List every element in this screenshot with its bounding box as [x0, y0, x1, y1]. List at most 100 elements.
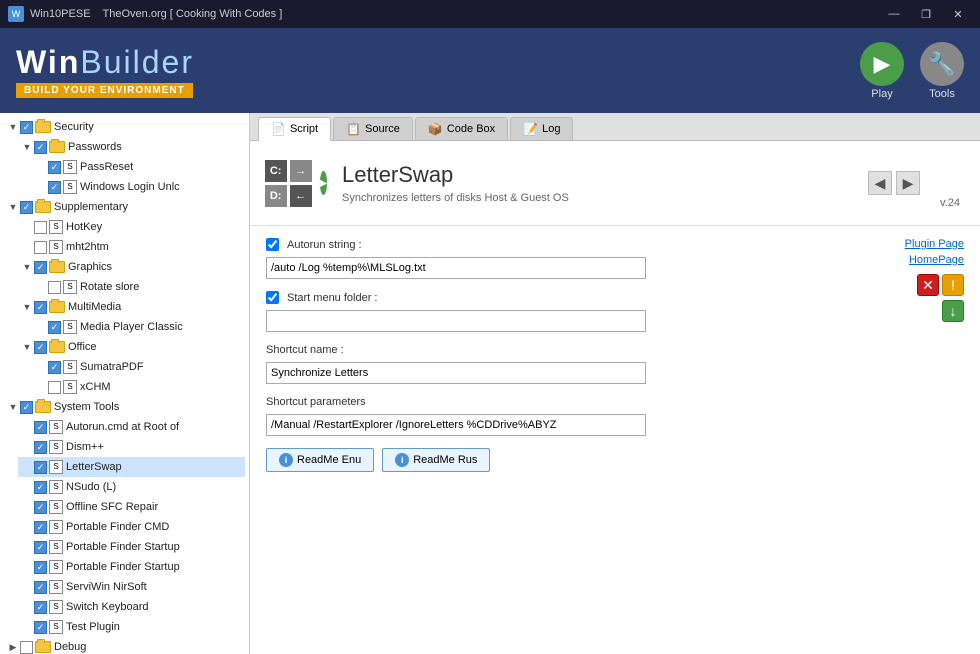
shortcut-name-input[interactable]: [266, 362, 646, 384]
tab-log[interactable]: 📝 Log: [510, 117, 573, 140]
tree-node-autorun[interactable]: ✓ S Autorun.cmd at Root of: [18, 417, 245, 437]
tab-codebox[interactable]: 📦 Code Box: [415, 117, 508, 140]
tree-node-systemtools[interactable]: ▼ ✓ System Tools ✓ S Autorun.cmd at Root…: [4, 397, 245, 637]
tree-node-multimedia[interactable]: ▼ ✓ MultiMedia ✓ S: [18, 297, 245, 337]
checkbox-portablefindercmd[interactable]: ✓: [34, 521, 47, 534]
checkbox-winlogin[interactable]: ✓: [48, 181, 61, 194]
tree-node-mpc[interactable]: ✓ S Media Player Classic: [32, 317, 245, 337]
play-tool[interactable]: ▶ Play: [860, 42, 904, 100]
folder-icon-passwords: [49, 141, 65, 153]
checkbox-multimedia[interactable]: ✓: [34, 301, 47, 314]
home-page-link[interactable]: HomePage: [909, 254, 964, 266]
expander-security[interactable]: ▼: [6, 120, 20, 134]
tree-node-office[interactable]: ▼ ✓ Office ✓ S: [18, 337, 245, 397]
expander-office[interactable]: ▼: [20, 340, 34, 354]
tree-node-testplugin[interactable]: ✓ S Test Plugin: [18, 617, 245, 637]
tree-node-passreset[interactable]: ✓ S PassReset: [32, 157, 245, 177]
nav-prev-button[interactable]: ◀: [868, 171, 892, 195]
checkbox-testplugin[interactable]: ✓: [34, 621, 47, 634]
startmenu-input[interactable]: [266, 310, 646, 332]
tabs: 📄 Script 📋 Source 📦 Code Box 📝 Log: [250, 113, 980, 141]
tree-node-graphics[interactable]: ▼ ✓ Graphics S: [18, 257, 245, 297]
checkbox-mpc[interactable]: ✓: [48, 321, 61, 334]
tree-node-serviwin[interactable]: ✓ S ServiWin NirSoft: [18, 577, 245, 597]
checkbox-xchm[interactable]: [48, 381, 61, 394]
checkbox-systemtools[interactable]: ✓: [20, 401, 33, 414]
checkbox-portablefinder1[interactable]: ✓: [34, 541, 47, 554]
checkbox-hotkey[interactable]: [34, 221, 47, 234]
expander-graphics[interactable]: ▼: [20, 260, 34, 274]
folder-icon-supplementary: [35, 201, 51, 213]
checkbox-autorun[interactable]: ✓: [34, 421, 47, 434]
readme-enu-button[interactable]: i ReadMe Enu: [266, 448, 374, 472]
titlebar-subtitle: TheOven.org [ Cooking With Codes ]: [103, 8, 283, 20]
autorun-input-row: [266, 257, 964, 279]
tree-node-offlinesfcrepair[interactable]: ✓ S Offline SFC Repair: [18, 497, 245, 517]
tree-node-supplementary[interactable]: ▼ ✓ Supplementary S HotKey: [4, 197, 245, 397]
checkbox-mht2htm[interactable]: [34, 241, 47, 254]
tree-node-switchkeyboard[interactable]: ✓ S Switch Keyboard: [18, 597, 245, 617]
script-icon-sumatrapdf: S: [63, 360, 77, 374]
expander-passwords[interactable]: ▼: [20, 140, 34, 154]
label-supplementary: Supplementary: [54, 198, 128, 216]
plugin-page-link[interactable]: Plugin Page: [905, 238, 964, 250]
tree-node-xchm[interactable]: S xCHM: [32, 377, 245, 397]
checkbox-switchkeyboard[interactable]: ✓: [34, 601, 47, 614]
checkbox-office[interactable]: ✓: [34, 341, 47, 354]
expander-supplementary[interactable]: ▼: [6, 200, 20, 214]
tree-node-mht2htm[interactable]: S mht2htm: [18, 237, 245, 257]
tree-node-portablefindercmd[interactable]: ✓ S Portable Finder CMD: [18, 517, 245, 537]
checkbox-passwords[interactable]: ✓: [34, 141, 47, 154]
close-button[interactable]: ✕: [944, 4, 972, 24]
checkbox-supplementary[interactable]: ✓: [20, 201, 33, 214]
tab-script[interactable]: 📄 Script: [258, 117, 331, 141]
tree-node-portablefinder1[interactable]: ✓ S Portable Finder Startup: [18, 537, 245, 557]
tree-node-passwords[interactable]: ▼ ✓ Passwords ✓ S: [18, 137, 245, 197]
expander-multimedia[interactable]: ▼: [20, 300, 34, 314]
checkbox-sumatrapdf[interactable]: ✓: [48, 361, 61, 374]
script-title: LetterSwap: [342, 162, 852, 188]
tree-node-sumatrapdf[interactable]: ✓ S SumatraPDF: [32, 357, 245, 377]
startmenu-checkbox[interactable]: [266, 291, 279, 304]
tree-node-dismpp[interactable]: ✓ S Dism++: [18, 437, 245, 457]
maximize-button[interactable]: ❐: [912, 4, 940, 24]
action-btn-green[interactable]: ↓: [942, 300, 964, 322]
tree-node-security[interactable]: ▼ ✓ Security ▼ ✓ Passwords: [4, 117, 245, 197]
expander-debug[interactable]: ▶: [6, 640, 20, 654]
tree-node-portablefinder2[interactable]: ✓ S Portable Finder Startup: [18, 557, 245, 577]
nav-next-button[interactable]: ▶: [896, 171, 920, 195]
checkbox-graphics[interactable]: ✓: [34, 261, 47, 274]
checkbox-passreset[interactable]: ✓: [48, 161, 61, 174]
expander-nsudo: [20, 480, 34, 494]
folder-icon-office: [49, 341, 65, 353]
tools-tool[interactable]: 🔧 Tools: [920, 42, 964, 100]
tree-node-rotateslore[interactable]: S Rotate slore: [32, 277, 245, 297]
play-small-button[interactable]: ▶: [320, 171, 328, 195]
script-icon-letterswap: S: [49, 460, 63, 474]
tree-node-winlogin[interactable]: ✓ S Windows Login Unlc: [32, 177, 245, 197]
action-btn-orange[interactable]: !: [942, 274, 964, 296]
tree-node-letterswap[interactable]: ✓ S LetterSwap: [18, 457, 245, 477]
tab-source[interactable]: 📋 Source: [333, 117, 413, 140]
checkbox-rotateslore[interactable]: [48, 281, 61, 294]
expander-systemtools[interactable]: ▼: [6, 400, 20, 414]
tree-node-debug[interactable]: ▶ Debug: [4, 637, 245, 654]
checkbox-offlinesfcrepair[interactable]: ✓: [34, 501, 47, 514]
shortcut-name-section: Shortcut name :: [266, 344, 964, 384]
checkbox-serviwin[interactable]: ✓: [34, 581, 47, 594]
checkbox-nsudo[interactable]: ✓: [34, 481, 47, 494]
shortcut-params-input[interactable]: [266, 414, 646, 436]
autorun-input[interactable]: [266, 257, 646, 279]
autorun-checkbox[interactable]: [266, 238, 279, 251]
minimize-button[interactable]: —: [880, 4, 908, 24]
tree-node-hotkey[interactable]: S HotKey: [18, 217, 245, 237]
checkbox-debug[interactable]: [20, 641, 33, 654]
checkbox-security[interactable]: ✓: [20, 121, 33, 134]
tree-node-nsudo[interactable]: ✓ S NSudo (L): [18, 477, 245, 497]
action-btn-red[interactable]: ✕: [917, 274, 939, 296]
checkbox-letterswap[interactable]: ✓: [34, 461, 47, 474]
checkbox-portablefinder2[interactable]: ✓: [34, 561, 47, 574]
sidebar[interactable]: ▼ ✓ Security ▼ ✓ Passwords: [0, 113, 250, 654]
checkbox-dismpp[interactable]: ✓: [34, 441, 47, 454]
readme-rus-button[interactable]: i ReadMe Rus: [382, 448, 490, 472]
